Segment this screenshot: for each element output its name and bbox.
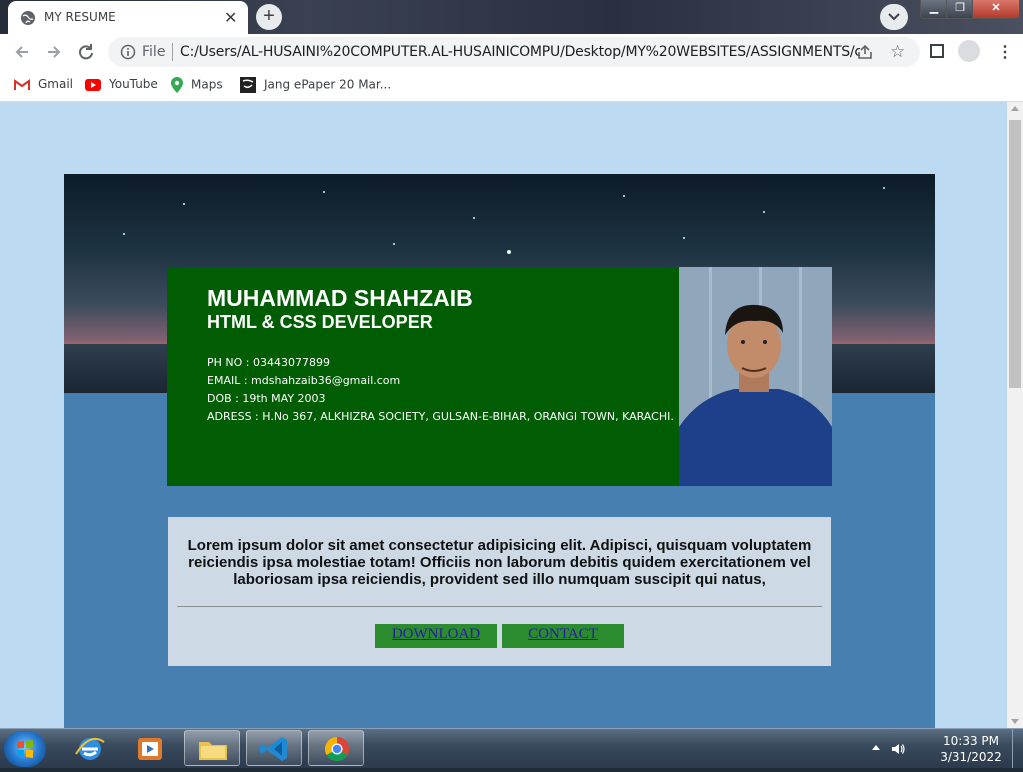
- bookmark-label: YouTube: [109, 77, 158, 91]
- bookmark-label: Gmail: [38, 77, 74, 91]
- window-close-button[interactable]: ✕: [972, 0, 1020, 19]
- gmail-icon: [14, 78, 30, 90]
- tab-title: MY RESUME: [44, 10, 116, 24]
- full-name-heading: MUHAMMAD SHAHZAIB: [207, 285, 473, 311]
- home-address: ADRESS : H.No 367, ALKHIZRA SOCIETY, GUL…: [207, 410, 674, 423]
- speaker-volume-icon[interactable]: [890, 741, 906, 757]
- side-panel-icon[interactable]: [930, 44, 944, 58]
- windows-logo-icon: [17, 740, 33, 758]
- jang-logo-icon: [240, 77, 256, 93]
- about-paragraph: Lorem ipsum dolor sit amet consectetur a…: [187, 537, 812, 588]
- scroll-up-arrow-icon[interactable]: [1011, 106, 1019, 111]
- bookmark-label: Maps: [191, 77, 223, 92]
- taskbar-internet-explorer[interactable]: [62, 730, 118, 766]
- address-bar[interactable]: File C:/Users/AL-HUSAINI%20COMPUTER.AL-H…: [108, 37, 920, 67]
- bookmark-label: Jang ePaper 20 Mar...: [264, 77, 392, 92]
- bookmark-youtube[interactable]: YouTube: [85, 77, 158, 91]
- url-text[interactable]: C:/Users/AL-HUSAINI%20COMPUTER.AL-HUSAIN…: [180, 44, 860, 60]
- back-arrow-icon[interactable]: [12, 42, 32, 62]
- vertical-scrollbar[interactable]: [1007, 102, 1023, 728]
- about-section: Lorem ipsum dolor sit amet consectetur a…: [168, 517, 831, 666]
- taskbar-vscode[interactable]: [246, 730, 302, 766]
- scrollbar-thumb[interactable]: [1009, 120, 1021, 388]
- youtube-icon: [85, 78, 101, 91]
- reload-icon[interactable]: [76, 42, 96, 62]
- window-restore-button[interactable]: ❐: [946, 0, 974, 19]
- info-icon[interactable]: [120, 44, 136, 60]
- forward-arrow-icon[interactable]: [44, 42, 64, 62]
- browser-tab-strip: MY RESUME ✕ + ▁ ❐ ✕: [0, 0, 1023, 34]
- maps-pin-icon: [171, 77, 183, 93]
- file-scheme-label: File: [142, 44, 166, 60]
- windows-taskbar: 10:33 PM 3/31/2022: [0, 728, 1023, 768]
- browser-tab[interactable]: MY RESUME ✕: [8, 1, 248, 34]
- folder-icon: [199, 742, 227, 760]
- bookmarks-bar: Gmail YouTube Maps Jang ePaper 20 Mar...: [0, 70, 1023, 102]
- show-desktop-button[interactable]: [1012, 729, 1023, 768]
- profile-info-panel: MUHAMMAD SHAHZAIB HTML & CSS DEVELOPER P…: [167, 267, 679, 486]
- profile-portrait: [679, 267, 832, 486]
- profile-avatar-icon[interactable]: [958, 40, 980, 62]
- chevron-down-icon: [888, 13, 900, 21]
- globe-icon: [21, 11, 35, 25]
- contact-button[interactable]: CONTACT: [502, 624, 624, 648]
- taskbar-chrome[interactable]: [308, 730, 364, 766]
- bookmark-gmail[interactable]: Gmail: [14, 77, 73, 91]
- browser-toolbar: File C:/Users/AL-HUSAINI%20COMPUTER.AL-H…: [0, 34, 1023, 70]
- show-hidden-icons-arrow-icon[interactable]: [872, 745, 880, 750]
- date-of-birth: DOB : 19th MAY 2003: [207, 392, 326, 405]
- chrome-icon: [324, 737, 349, 762]
- profile-card: MUHAMMAD SHAHZAIB HTML & CSS DEVELOPER P…: [167, 267, 832, 486]
- bookmark-star-icon[interactable]: ☆: [890, 42, 905, 62]
- taskbar-file-explorer[interactable]: [184, 730, 240, 766]
- page-viewport: MUHAMMAD SHAHZAIB HTML & CSS DEVELOPER P…: [0, 102, 1007, 728]
- share-icon[interactable]: [856, 43, 874, 61]
- start-button[interactable]: [4, 731, 46, 767]
- email-address: EMAIL : mdshahzaib36@gmail.com: [207, 374, 401, 387]
- bookmark-maps[interactable]: Maps: [171, 77, 223, 93]
- clock-time[interactable]: 10:33 PM: [936, 734, 1006, 748]
- download-button[interactable]: DOWNLOAD: [375, 624, 497, 648]
- taskbar-media-player[interactable]: [122, 730, 178, 766]
- job-title: HTML & CSS DEVELOPER: [207, 312, 433, 332]
- bookmark-jang-epaper[interactable]: Jang ePaper 20 Mar...: [240, 77, 391, 93]
- horizontal-rule: [177, 606, 822, 607]
- close-tab-icon[interactable]: ✕: [224, 8, 237, 28]
- window-minimize-button[interactable]: ▁: [920, 0, 948, 19]
- clock-date[interactable]: 3/31/2022: [936, 750, 1006, 764]
- divider: [172, 43, 173, 61]
- tab-search-button[interactable]: [880, 4, 908, 30]
- resume-container: MUHAMMAD SHAHZAIB HTML & CSS DEVELOPER P…: [64, 174, 935, 728]
- vscode-icon: [260, 737, 287, 761]
- phone-number: PH NO : 03443077899: [207, 356, 330, 369]
- profile-photo: [679, 267, 832, 486]
- internet-explorer-icon: [75, 738, 105, 760]
- media-player-icon: [138, 738, 162, 760]
- new-tab-button[interactable]: +: [256, 4, 282, 30]
- scroll-down-arrow-icon[interactable]: [1011, 719, 1019, 724]
- browser-menu-icon[interactable]: ⋮: [997, 42, 1013, 62]
